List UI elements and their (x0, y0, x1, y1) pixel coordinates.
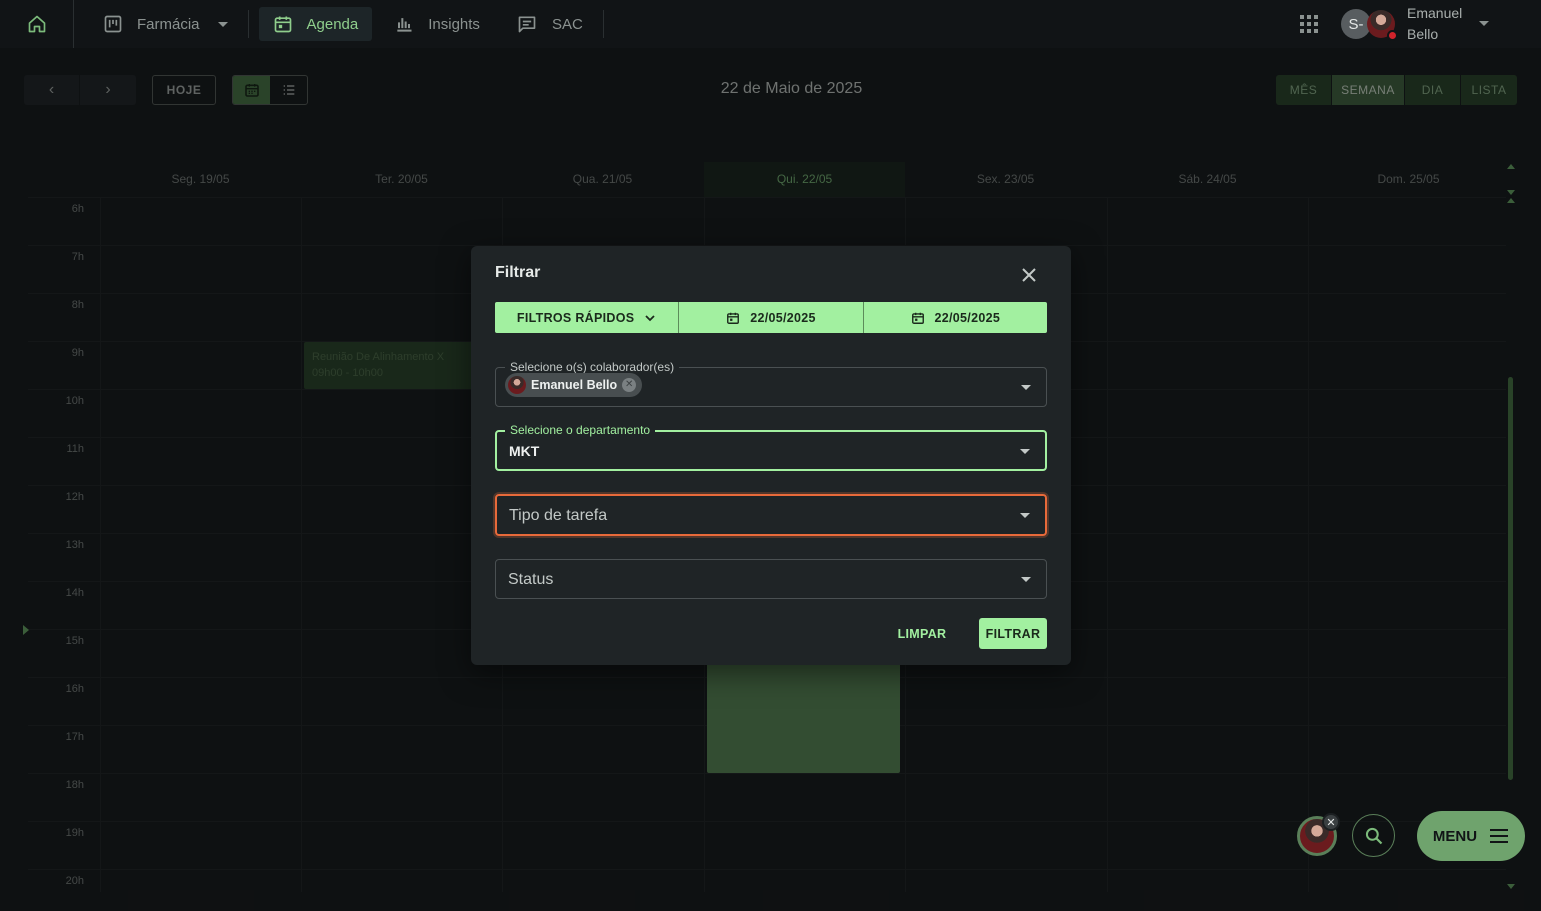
hamburger-icon (1490, 829, 1509, 843)
board-icon (104, 15, 122, 33)
home-icon (28, 15, 45, 33)
search-icon (1365, 827, 1382, 844)
department-select[interactable]: Selecione o departamento MKT (495, 423, 1047, 471)
calendar-icon (727, 312, 740, 324)
nav-item-label: Insights (428, 15, 480, 33)
quick-filter-row: FILTROS RÁPIDOS 22/05/2025 22/05/2025 (495, 302, 1047, 333)
nav-item-label: Agenda (306, 15, 359, 33)
clear-button[interactable]: LIMPAR (887, 618, 957, 649)
floating-search-button[interactable] (1352, 814, 1395, 857)
collaborator-chip: Emanuel Bello ✕ (505, 373, 643, 397)
floating-menu-button[interactable]: MENU (1417, 811, 1525, 861)
chevron-down-icon (645, 314, 656, 321)
nav-item-farmacia[interactable]: Farmácia (89, 7, 242, 41)
chart-icon (397, 18, 412, 32)
nav-item-agenda[interactable]: Agenda (258, 7, 373, 41)
chip-remove-icon[interactable]: ✕ (622, 378, 637, 392)
nav-item-sac[interactable]: SAC (502, 7, 597, 41)
calendar-icon (911, 312, 924, 324)
department-legend: Selecione o departamento (505, 423, 656, 437)
nav-item-insights[interactable]: Insights (380, 7, 494, 41)
close-icon (1022, 268, 1036, 282)
start-date-value: 22/05/2025 (750, 310, 816, 325)
task-type-placeholder: Tipo de tarefa (509, 507, 608, 524)
dialog-title: Filtrar (495, 264, 541, 281)
chevron-down-icon[interactable] (217, 21, 228, 27)
dropdown-arrow-icon[interactable] (1020, 513, 1030, 518)
collaborator-legend: Selecione o(s) colaborador(es) (505, 360, 680, 374)
top-navbar: Farmácia Agenda Insights SAC S- Emanuel … (0, 0, 1541, 48)
close-icon[interactable]: ✕ (1322, 813, 1340, 831)
avatar (508, 376, 526, 394)
avatar (1367, 10, 1398, 41)
nav-divider (247, 10, 249, 38)
quick-filters-button[interactable]: FILTROS RÁPIDOS (495, 302, 680, 333)
status-select[interactable]: Status (495, 559, 1047, 599)
end-date-value: 22/05/2025 (934, 310, 1001, 325)
status-dot (1387, 30, 1398, 41)
menu-label: MENU (1432, 827, 1478, 845)
apps-grid-icon[interactable] (1289, 4, 1329, 44)
department-value: MKT (509, 443, 540, 459)
task-type-select[interactable]: Tipo de tarefa (495, 494, 1047, 536)
filter-dialog: Filtrar FILTROS RÁPIDOS 22/05/2025 22/05… (471, 246, 1071, 665)
calendar-icon (274, 16, 291, 33)
close-button[interactable] (1017, 263, 1041, 287)
dropdown-arrow-icon[interactable] (1020, 448, 1030, 454)
chip-label: Emanuel Bello (531, 378, 618, 392)
user-menu[interactable]: S- Emanuel Bello (1341, 3, 1541, 45)
end-date-button[interactable]: 22/05/2025 (863, 302, 1047, 333)
start-date-button[interactable]: 22/05/2025 (679, 302, 864, 333)
chevron-down-icon[interactable] (1479, 21, 1489, 26)
filter-button[interactable]: FILTRAR (979, 618, 1047, 649)
nav-divider (602, 10, 604, 38)
quick-filters-label: FILTROS RÁPIDOS (516, 310, 635, 325)
collaborator-select[interactable]: Selecione o(s) colaborador(es) Emanuel B… (495, 360, 1047, 407)
dropdown-arrow-icon[interactable] (1021, 577, 1031, 582)
dropdown-arrow-icon[interactable] (1021, 385, 1031, 390)
nav-item-label: Farmácia (137, 15, 200, 33)
nav-item-label: SAC (551, 15, 583, 33)
home-button[interactable] (0, 0, 74, 48)
status-placeholder: Status (508, 571, 554, 588)
chat-icon (518, 16, 536, 33)
